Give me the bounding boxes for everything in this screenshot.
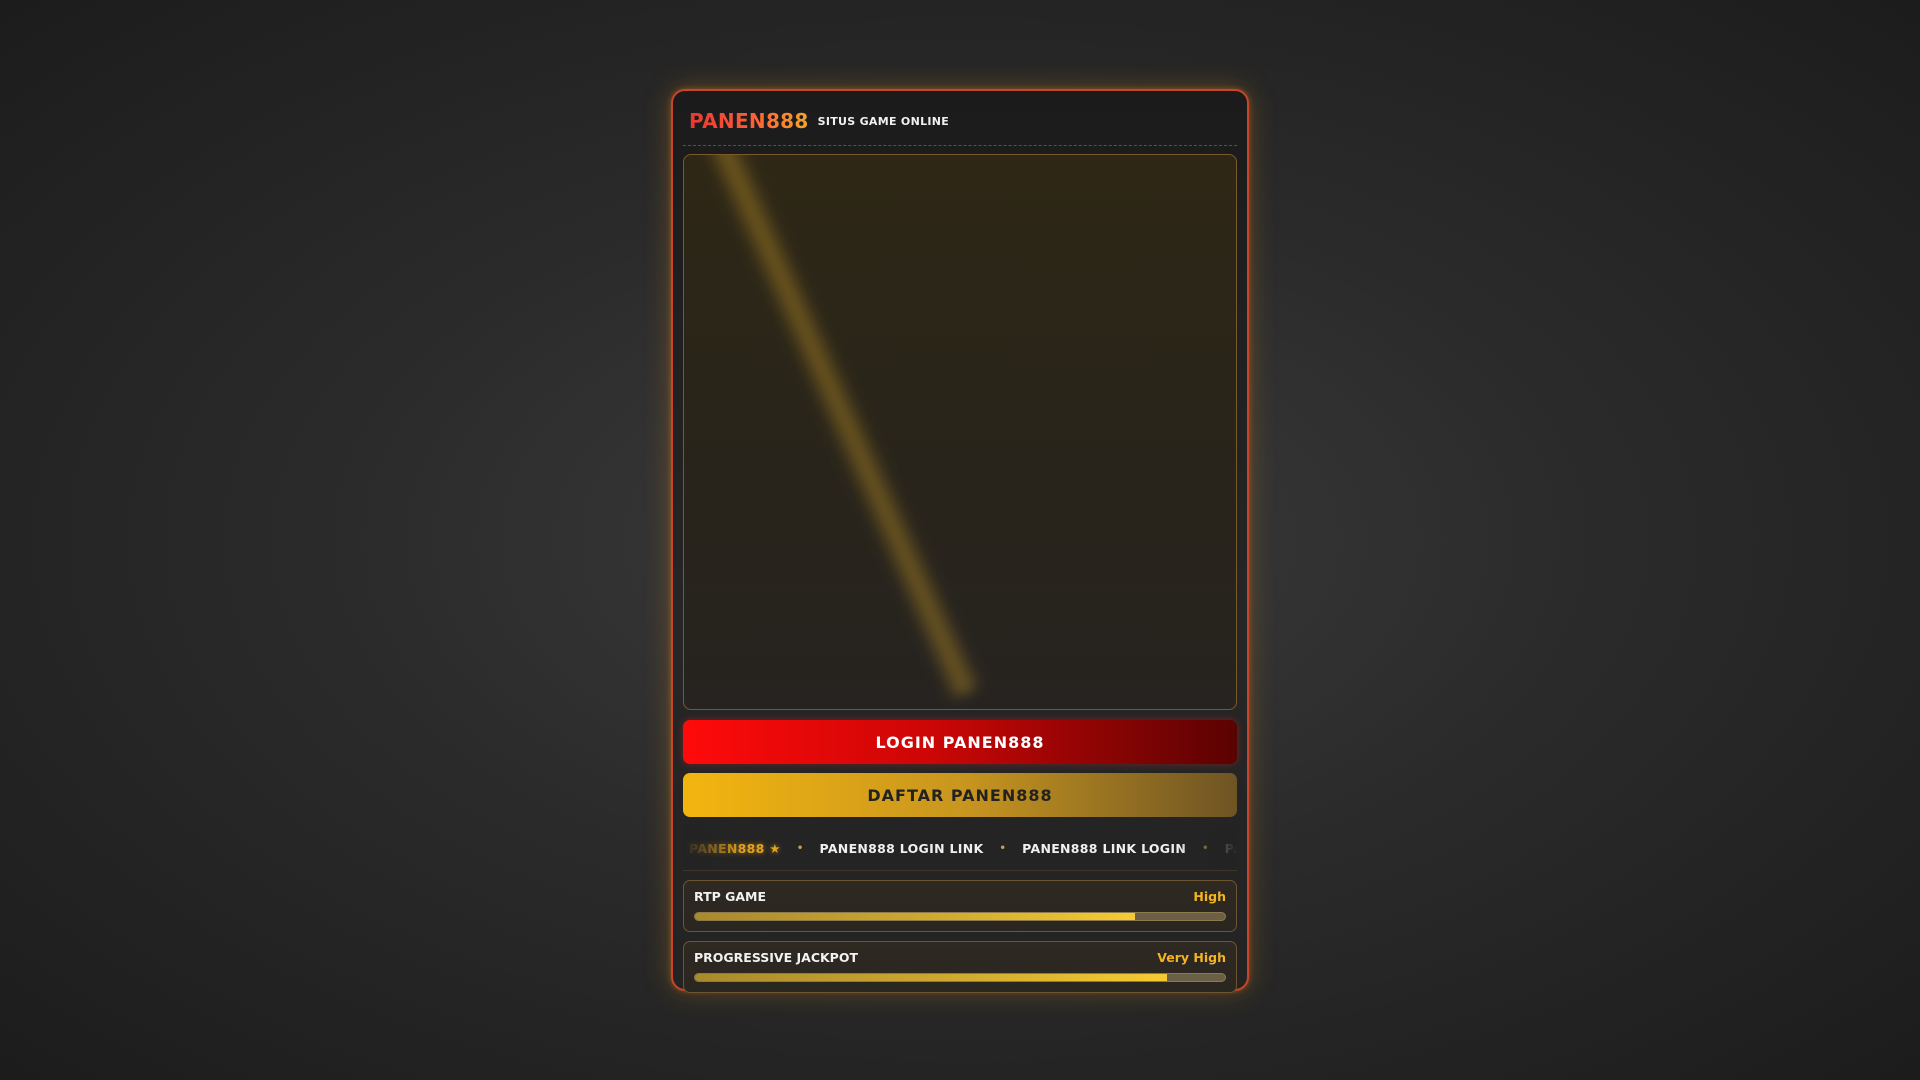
login-button[interactable]: LOGIN PANEN888 [683, 720, 1237, 764]
ticker-item: PANEN888 ★ [689, 840, 781, 856]
jackpot-progress-fill [695, 974, 1167, 981]
daftar-button[interactable]: DAFTAR PANEN888 [683, 773, 1237, 817]
stat-label: RTP GAME [694, 889, 767, 904]
ticker-separator: • [796, 842, 804, 854]
ticker-item: PANEN888 LINK LOGIN [1022, 840, 1187, 856]
stat-value: Very High [1157, 950, 1226, 965]
rtp-progress-bar [694, 912, 1226, 921]
hero-banner[interactable] [683, 154, 1237, 710]
hero-light-streak [696, 155, 985, 702]
brand-tagline: SITUS GAME ONLINE [817, 114, 950, 128]
ticker-item: PANEN888 LOGIN LINK [819, 840, 984, 856]
stat-card-jackpot: PROGRESSIVE JACKPOT Very High [683, 941, 1237, 993]
header: PANEN888 SITUS GAME ONLINE [683, 97, 1237, 146]
main-card: PANEN888 SITUS GAME ONLINE LOGIN PANEN88… [671, 89, 1249, 993]
marquee-ticker: PANEN888 ★ • PANEN888 LOGIN LINK • PANEN… [683, 826, 1237, 871]
ticker-separator: • [999, 842, 1007, 854]
ticker-item: PANEN888 [1224, 840, 1237, 856]
rtp-progress-fill [695, 913, 1135, 920]
stat-label: PROGRESSIVE JACKPOT [694, 950, 858, 965]
stat-value: High [1193, 889, 1226, 904]
jackpot-progress-bar [694, 973, 1226, 982]
brand-logo[interactable]: PANEN888 [689, 109, 809, 133]
ticker-separator: • [1202, 842, 1209, 854]
stat-card-rtp: RTP GAME High [683, 880, 1237, 932]
